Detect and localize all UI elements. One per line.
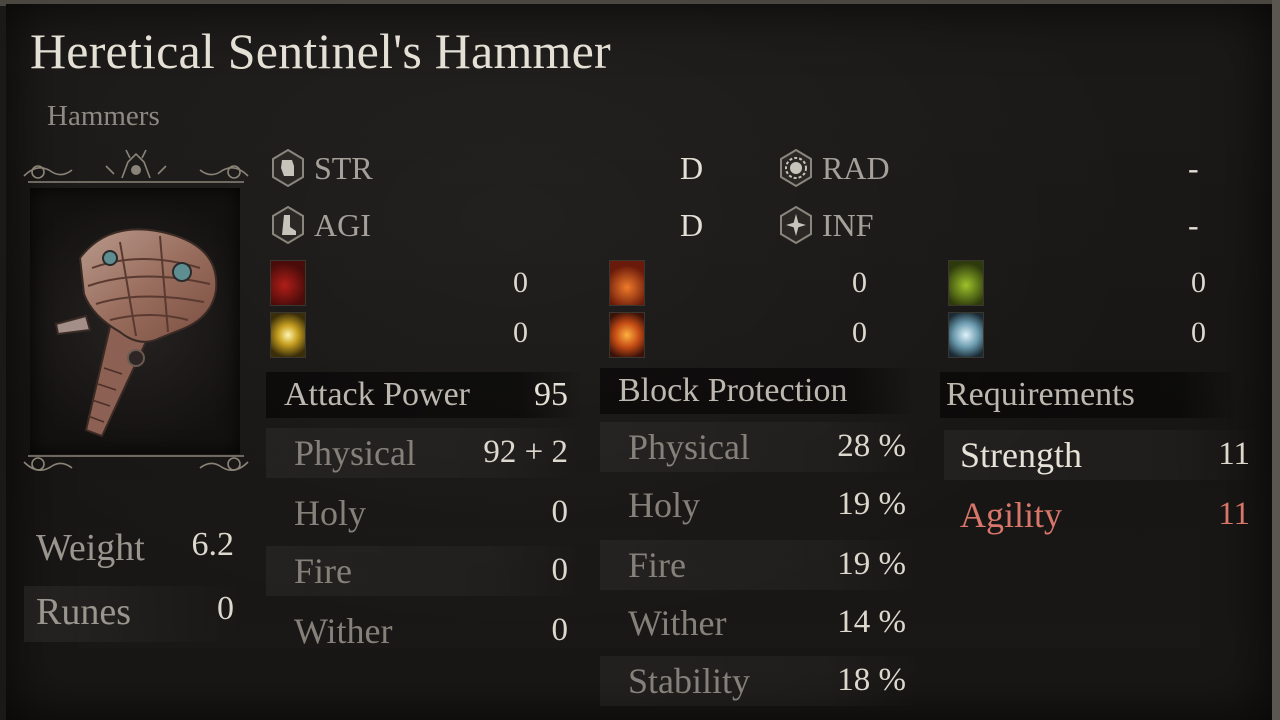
ornament-bottom-icon: [23, 455, 249, 471]
holy-light-value: 0: [513, 316, 528, 349]
attack-row-fire: Fire 0: [266, 546, 582, 596]
block-row-label: Fire: [628, 545, 686, 585]
item-name: Heretical Sentinel's Hammer: [30, 23, 611, 79]
attack-row-label: Physical: [294, 433, 416, 473]
boot-icon: [272, 205, 304, 245]
fire-burst-icon: [609, 260, 645, 306]
scaling-str-grade: D: [680, 150, 704, 186]
weight-value: 6.2: [191, 526, 235, 563]
fire-burst-value: 0: [852, 266, 867, 299]
block-row-physical: Physical 28 %: [600, 422, 920, 472]
explosion-icon: [609, 312, 645, 358]
scaling-str-label: STR: [314, 150, 373, 186]
attack-row-label: Wither: [294, 611, 393, 651]
attack-row-physical: Physical 92 + 2: [266, 428, 582, 478]
poison-icon: [948, 260, 984, 306]
scaling-rad-label: RAD: [822, 150, 890, 186]
block-row-value: 18 %: [837, 662, 906, 698]
scaling-inf-grade: -: [1188, 207, 1199, 243]
block-row-wither: Wither 14 %: [600, 598, 920, 648]
scaling-rad: RAD -: [778, 146, 1218, 190]
block-row-stability: Stability 18 %: [600, 656, 920, 706]
explosion-value: 0: [852, 316, 867, 349]
scaling-agi: AGI D: [270, 203, 710, 247]
block-row-label: Holy: [628, 485, 700, 525]
requirement-row-strength: Strength 11: [944, 430, 1264, 480]
bleed-icon: [270, 260, 306, 306]
requirement-value: 11: [1218, 496, 1250, 532]
scaling-rad-grade: -: [1188, 150, 1199, 186]
requirements-title: Requirements: [946, 376, 1135, 413]
block-row-value: 14 %: [837, 604, 906, 640]
requirement-value: 11: [1218, 436, 1250, 472]
attack-row-holy: Holy 0: [266, 488, 582, 538]
attack-row-value: 0: [551, 612, 569, 648]
attack-row-label: Holy: [294, 493, 366, 533]
runes-row: Runes 0: [24, 586, 244, 642]
block-row-label: Physical: [628, 427, 750, 467]
block-protection-title: Block Protection: [618, 372, 848, 409]
block-row-label: Wither: [628, 603, 727, 643]
block-row-value: 19 %: [837, 546, 906, 582]
weight-row: Weight 6.2: [24, 522, 244, 578]
hammer-icon: [54, 228, 218, 438]
requirements-header: Requirements: [940, 372, 1240, 418]
ornament-top-icon: [23, 149, 249, 183]
item-image-frame: [18, 148, 254, 488]
scaling-str: STR D: [270, 146, 710, 190]
block-row-label: Stability: [628, 661, 751, 701]
runes-value: 0: [217, 590, 234, 627]
attack-power-title: Attack Power: [284, 376, 471, 413]
attack-power-header: Attack Power 95: [266, 372, 582, 418]
bleed-value: 0: [513, 266, 528, 299]
scaling-agi-label: AGI: [314, 207, 371, 243]
block-row-value: 19 %: [837, 486, 906, 522]
attack-power-total: 95: [534, 376, 568, 413]
frost-value: 0: [1191, 316, 1206, 349]
requirement-row-agility: Agility 11: [944, 490, 1264, 540]
holy-light-icon: [270, 312, 306, 358]
frost-icon: [948, 312, 984, 358]
attack-row-label: Fire: [294, 551, 352, 591]
scaling-agi-grade: D: [680, 207, 704, 243]
panel-right-edge: [1272, 0, 1280, 720]
poison-value: 0: [1191, 266, 1206, 299]
item-category: Hammers: [47, 100, 160, 132]
weight-label: Weight: [36, 527, 145, 569]
attack-row-value: 0: [551, 552, 569, 588]
attack-row-value: 92 + 2: [483, 434, 568, 470]
scaling-inf-label: INF: [822, 207, 874, 243]
item-image-background: [30, 188, 240, 454]
sun-icon: [780, 148, 812, 188]
requirement-label: Strength: [960, 435, 1082, 475]
fist-icon: [272, 148, 304, 188]
compass-icon: [780, 205, 812, 245]
attack-row-wither: Wither 0: [266, 606, 582, 656]
attack-row-value: 0: [551, 494, 569, 530]
block-row-fire: Fire 19 %: [600, 540, 920, 590]
block-protection-header: Block Protection: [600, 368, 916, 414]
runes-label: Runes: [36, 591, 131, 633]
block-row-holy: Holy 19 %: [600, 480, 920, 530]
requirement-label: Agility: [960, 495, 1063, 535]
block-row-value: 28 %: [837, 428, 906, 464]
scaling-inf: INF -: [778, 203, 1218, 247]
